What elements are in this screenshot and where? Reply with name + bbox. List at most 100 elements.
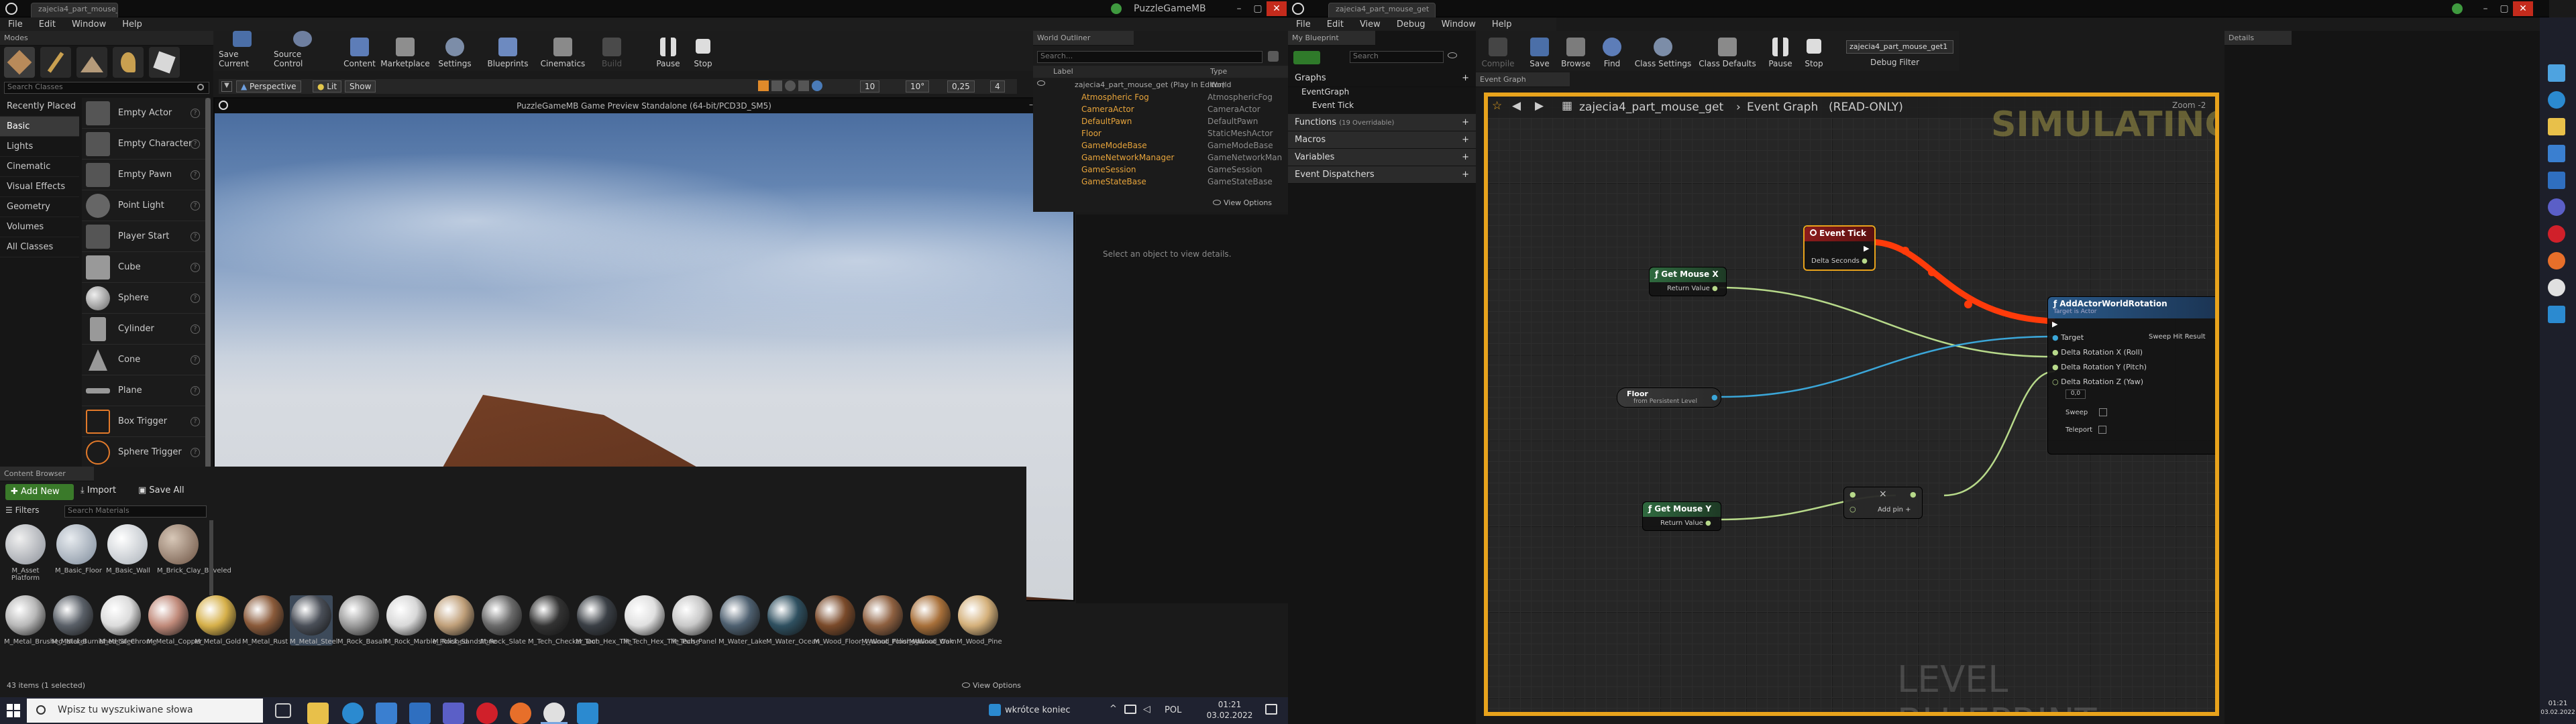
minimize-button[interactable]: – [1229, 1, 1249, 16]
category-cinematic[interactable]: Cinematic [0, 157, 79, 177]
teleport-checkbox[interactable] [2098, 426, 2107, 434]
col-type[interactable]: Type [1210, 67, 1227, 76]
material-tile[interactable]: M_Water_Lake [718, 595, 766, 646]
outliner-root-row[interactable]: zajecia4_part_mouse_get (Play In Editor)… [1033, 79, 1288, 91]
language-indicator[interactable]: POL [1165, 705, 1181, 715]
category-basic[interactable]: Basic [0, 117, 79, 137]
place-item-point-light[interactable]: Point Light? [82, 190, 205, 221]
delta-yaw-pin[interactable]: ○ Delta Rotation Z (Yaw) [2052, 377, 2143, 386]
material-scrollbar[interactable] [209, 520, 213, 595]
material-tile[interactable]: M_Water_Ocean [766, 595, 820, 646]
delta-roll-pin[interactable]: ● Delta Rotation X (Roll) [2052, 348, 2143, 357]
outliner-row[interactable]: GameModeBase GameModeBase [1033, 141, 1288, 153]
rotate-icon[interactable] [785, 80, 796, 91]
delta-pitch-pin[interactable]: ● Delta Rotation Y (Pitch) [2052, 363, 2147, 371]
maximize-button[interactable]: ▢ [1248, 1, 1268, 16]
menu-window[interactable]: Window [64, 19, 114, 29]
store-icon[interactable] [376, 703, 397, 724]
material-tile[interactable]: M_Metal_Chrome [99, 595, 156, 646]
unreal-icon[interactable] [543, 703, 565, 724]
show-button[interactable]: Show [345, 80, 376, 93]
foliage-mode-icon[interactable] [113, 47, 144, 78]
unreal-icon[interactable] [2548, 279, 2565, 296]
category-volumes[interactable]: Volumes [0, 217, 79, 237]
material-tile[interactable]: M_Rock_Marble_Polished [385, 595, 468, 646]
material-tile[interactable]: M_Metal_Rust [242, 595, 288, 646]
remote-desktop-icon[interactable] [2548, 306, 2565, 323]
material-tile[interactable]: M_Metal_Copper [147, 595, 202, 646]
teams-icon[interactable] [443, 703, 464, 724]
bp-add-icon[interactable] [1293, 51, 1320, 64]
blueprints-button[interactable]: Blueprints [484, 31, 531, 68]
multiply-in-pin[interactable]: ● [1849, 490, 1856, 499]
class-defaults-button[interactable]: Class Defaults [1699, 31, 1756, 68]
place-item-cylinder[interactable]: Cylinder? [82, 314, 205, 345]
material-tile[interactable]: M_Brick_Clay_Beveled [157, 524, 231, 575]
select-icon[interactable] [758, 80, 769, 91]
outliner-row[interactable]: Atmospheric Fog AtmosphericFog [1033, 93, 1288, 105]
place-item-player-start[interactable]: Player Start? [82, 221, 205, 252]
taskbar-time[interactable]: 01:21 [1213, 700, 1246, 709]
taskbar-date[interactable]: 03.02.2022 [1205, 711, 1254, 720]
material-tile[interactable]: M_Wood_Floor_Walnut_Worn [861, 595, 957, 646]
maximize-button[interactable]: ▢ [2494, 1, 2514, 16]
return-value-pin[interactable]: Return Value ● [1660, 520, 1711, 527]
debug-filter-select[interactable]: zajecia4_part_mouse_get1 [1846, 40, 1953, 54]
functions-section[interactable]: Functions (19 Overridable) + [1288, 114, 1476, 131]
place-item-cone[interactable]: Cone? [82, 345, 205, 375]
notification-text[interactable]: wkrótce koniec [1005, 705, 1071, 715]
category-all-classes[interactable]: All Classes [0, 237, 79, 257]
exec-in-pin[interactable]: ▶ [2052, 320, 2057, 328]
menu-edit[interactable]: Edit [31, 19, 64, 29]
outliner-row[interactable]: CameraActor CameraActor [1033, 105, 1288, 117]
mail-icon[interactable] [2548, 172, 2565, 189]
sweep-pin[interactable]: Sweep [2065, 408, 2108, 416]
target-pin[interactable]: ● Target [2052, 333, 2084, 342]
close-button[interactable]: ✕ [1267, 1, 1287, 16]
content-button[interactable]: Content [341, 31, 378, 68]
material-tile[interactable]: M_Metal_Gold [195, 595, 241, 646]
material-tile[interactable]: M_Metal_Steel [290, 595, 338, 646]
material-tile[interactable]: M_Basic_Wall [106, 524, 150, 575]
content-browser-tab[interactable]: Content Browser [0, 467, 94, 481]
taskbar-search-input[interactable]: Wpisz tu wyszukiwane słowa [27, 699, 263, 723]
get-mouse-y-node[interactable]: ƒ Get Mouse Y Return Value ● [1642, 501, 1721, 531]
folder-icon[interactable] [2548, 118, 2565, 135]
material-tile[interactable]: M_Wood_Pine [957, 595, 1002, 646]
place-item-plane[interactable]: Plane? [82, 375, 205, 406]
import-button[interactable]: ⤓ Import [80, 485, 116, 495]
col-label[interactable]: Label [1053, 67, 1073, 76]
menu-help[interactable]: Help [114, 19, 150, 29]
place-item-box-trigger[interactable]: Box Trigger? [82, 406, 205, 437]
mail-icon[interactable] [409, 703, 431, 724]
add-pin-button[interactable]: Add pin + [1878, 506, 1911, 514]
class-settings-button[interactable]: Class Settings [1634, 31, 1692, 68]
add-variable-icon[interactable]: + [1462, 152, 1469, 162]
material-tile[interactable]: M_Metal_Brushed_Nickel [4, 595, 87, 646]
minimize-button[interactable]: – [2475, 1, 2496, 16]
start-icon[interactable] [7, 704, 20, 717]
material-tile[interactable]: M_Rock_Basalt [337, 595, 387, 646]
translate-icon[interactable] [771, 80, 782, 91]
browse-button[interactable]: Browse [1559, 31, 1593, 68]
material-tile[interactable]: M_Tech_Hex_Tile [576, 595, 631, 646]
event-graph-tab[interactable]: Event Graph [1476, 72, 1570, 87]
scale-snap-value[interactable]: 0,25 [947, 80, 975, 93]
macros-section[interactable]: Macros + [1288, 131, 1476, 149]
menu-file[interactable]: File [1288, 19, 1319, 29]
compile-button[interactable]: Compile [1481, 31, 1515, 68]
teleport-pin[interactable]: Teleport [2065, 426, 2107, 434]
sweep-checkbox[interactable] [2099, 408, 2108, 416]
content-view-options[interactable]: View Options [962, 681, 1021, 690]
windows-start-icon[interactable] [2548, 64, 2565, 82]
materials-search-input[interactable]: Search Materials [64, 505, 207, 518]
paint-mode-icon[interactable] [40, 47, 71, 78]
menu-view[interactable]: View [1352, 19, 1389, 29]
pause-button[interactable]: Pause [652, 31, 684, 68]
notification-icon[interactable] [989, 704, 1001, 716]
material-tile[interactable]: M_Tech_Checker_Dot [528, 595, 598, 646]
material-tile[interactable]: M_Wood_Floor_Walnut_Polished [814, 595, 920, 646]
filters-button[interactable]: ☰ Filters [5, 505, 40, 515]
return-value-pin[interactable]: Return Value ● [1667, 285, 1718, 292]
category-visual-effects[interactable]: Visual Effects [0, 177, 79, 197]
